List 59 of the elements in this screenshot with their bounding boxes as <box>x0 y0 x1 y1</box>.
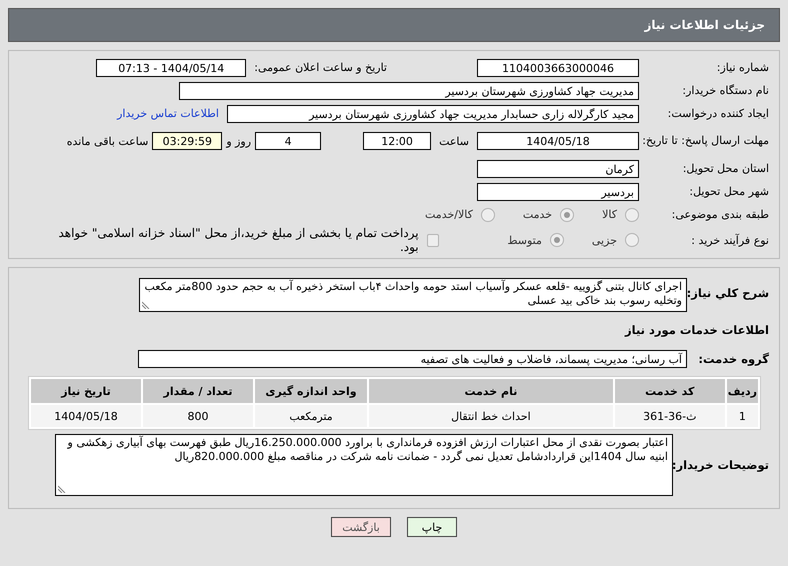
radio-button[interactable] <box>625 233 639 247</box>
radio-button[interactable] <box>480 208 495 222</box>
radio-button[interactable] <box>550 233 564 247</box>
days-field: 4 <box>255 132 322 150</box>
field-label: شهر محل تحویل: <box>688 185 770 198</box>
resize-grip-icon[interactable] <box>142 301 150 309</box>
field-label: گروه خدمت: <box>697 352 770 366</box>
column-header: تعداد / مقدار <box>143 379 253 403</box>
table-cell: 800 <box>143 405 253 427</box>
radio-button[interactable] <box>625 208 639 222</box>
field-label: طبقه بندی موضوعی: <box>670 208 770 221</box>
option-label: متوسط <box>507 234 542 246</box>
table-cell: 1404/05/18 <box>31 405 141 427</box>
field-label: ایجاد کننده درخواست: <box>666 107 770 120</box>
deadline-time-field: 12:00 <box>363 132 432 150</box>
field-label: مهلت ارسال پاسخ: تا تاریخ: <box>641 134 770 148</box>
table-cell: مترمکعب <box>255 405 367 427</box>
column-header: واحد اندازه گیری <box>255 379 367 403</box>
table-cell: 1 <box>726 405 758 427</box>
announce-date-field: 1404/05/14 - 07:13 <box>96 58 246 76</box>
checkbox[interactable] <box>426 234 440 246</box>
field-label: ساعت باقی مانده <box>66 134 148 148</box>
field-label: ساعت <box>439 134 469 148</box>
service-group-field: آب رسانی؛ مدیریت پسماند، فاضلاب و فعالیت های تصفیه <box>138 350 687 368</box>
column-header: تاریخ نیاز <box>31 379 141 403</box>
table-cell: ث-36-361 <box>614 405 725 427</box>
description-field: اجرای کانال بتنی گزوییه -قلعه عسکر وآسیاب استد حومه واحداث ۴باب استخر ذخیره آب به حجم حدود 800متر مکعب وتخلیه رسوب بند خاکی بید عسلی <box>139 278 687 312</box>
column-header: ردیف <box>726 379 758 403</box>
table-cell: احداث خط انتقال <box>369 405 613 427</box>
option-label: کالا/خدمت <box>425 208 473 221</box>
buyer-notes-field: اعتبار بصورت نقدی از محل اعتبارات ارزش افزوده فرمانداری با براورد 16.250.000.000ریال طبق فهرست بهای آبیاری زهکشی و ابنیه سال 1404این قراردادشامل تعدیل نمی گردد - ضمانت نامه شرکت در مناقصه مبلغ 820.000.000ریال <box>55 434 673 496</box>
need-number-field: 1104003663000046 <box>477 58 639 76</box>
section-title: اطلاعات خدمات مورد نیاز <box>625 322 770 336</box>
contact-link[interactable]: اطلاعات تماس خریدار <box>117 107 219 120</box>
buyer-field: مدیریت جهاد کشاورزی شهرستان بردسیر <box>179 82 639 100</box>
field-label: نوع فرآیند خرید : <box>690 234 770 246</box>
column-header: کد خدمت <box>614 379 725 403</box>
resize-grip-icon[interactable] <box>58 485 66 493</box>
back-button[interactable]: بازگشت <box>331 517 391 537</box>
checkbox-label: پرداخت تمام یا بخشی از مبلغ خرید،از محل "اسناد خزانه اسلامی" خواهد بود. <box>57 226 419 254</box>
field-label: تاریخ و ساعت اعلان عمومی: <box>254 61 387 74</box>
option-label: جزیی <box>592 234 617 246</box>
field-label: شرح کلي نياز: <box>687 285 770 300</box>
field-label: استان محل تحویل: <box>682 162 770 175</box>
option-label: خدمت <box>522 208 552 221</box>
city-field: بردسیر <box>477 182 639 200</box>
column-header: نام خدمت <box>369 379 613 403</box>
radio-button[interactable] <box>560 208 574 222</box>
creator-field: مجید کارگرلاله زاری حسابدار مدیریت جهاد کشاورزی شهرستان بردسیر <box>227 104 639 122</box>
field-label: شماره نیاز: <box>716 61 770 74</box>
field-label: توضیحات خریدار: <box>673 458 770 472</box>
option-label: کالا <box>602 208 617 221</box>
field-label: نام دستگاه خریدار: <box>681 84 770 97</box>
province-field: کرمان <box>477 160 639 178</box>
print-button[interactable]: چاپ <box>407 517 457 537</box>
remaining-time-field: 03:29:59 <box>152 132 222 150</box>
page-title: جزئیات اطلاعات نیاز <box>644 18 765 32</box>
deadline-date-field: 1404/05/18 <box>477 132 639 150</box>
field-label: روز و <box>226 134 252 148</box>
